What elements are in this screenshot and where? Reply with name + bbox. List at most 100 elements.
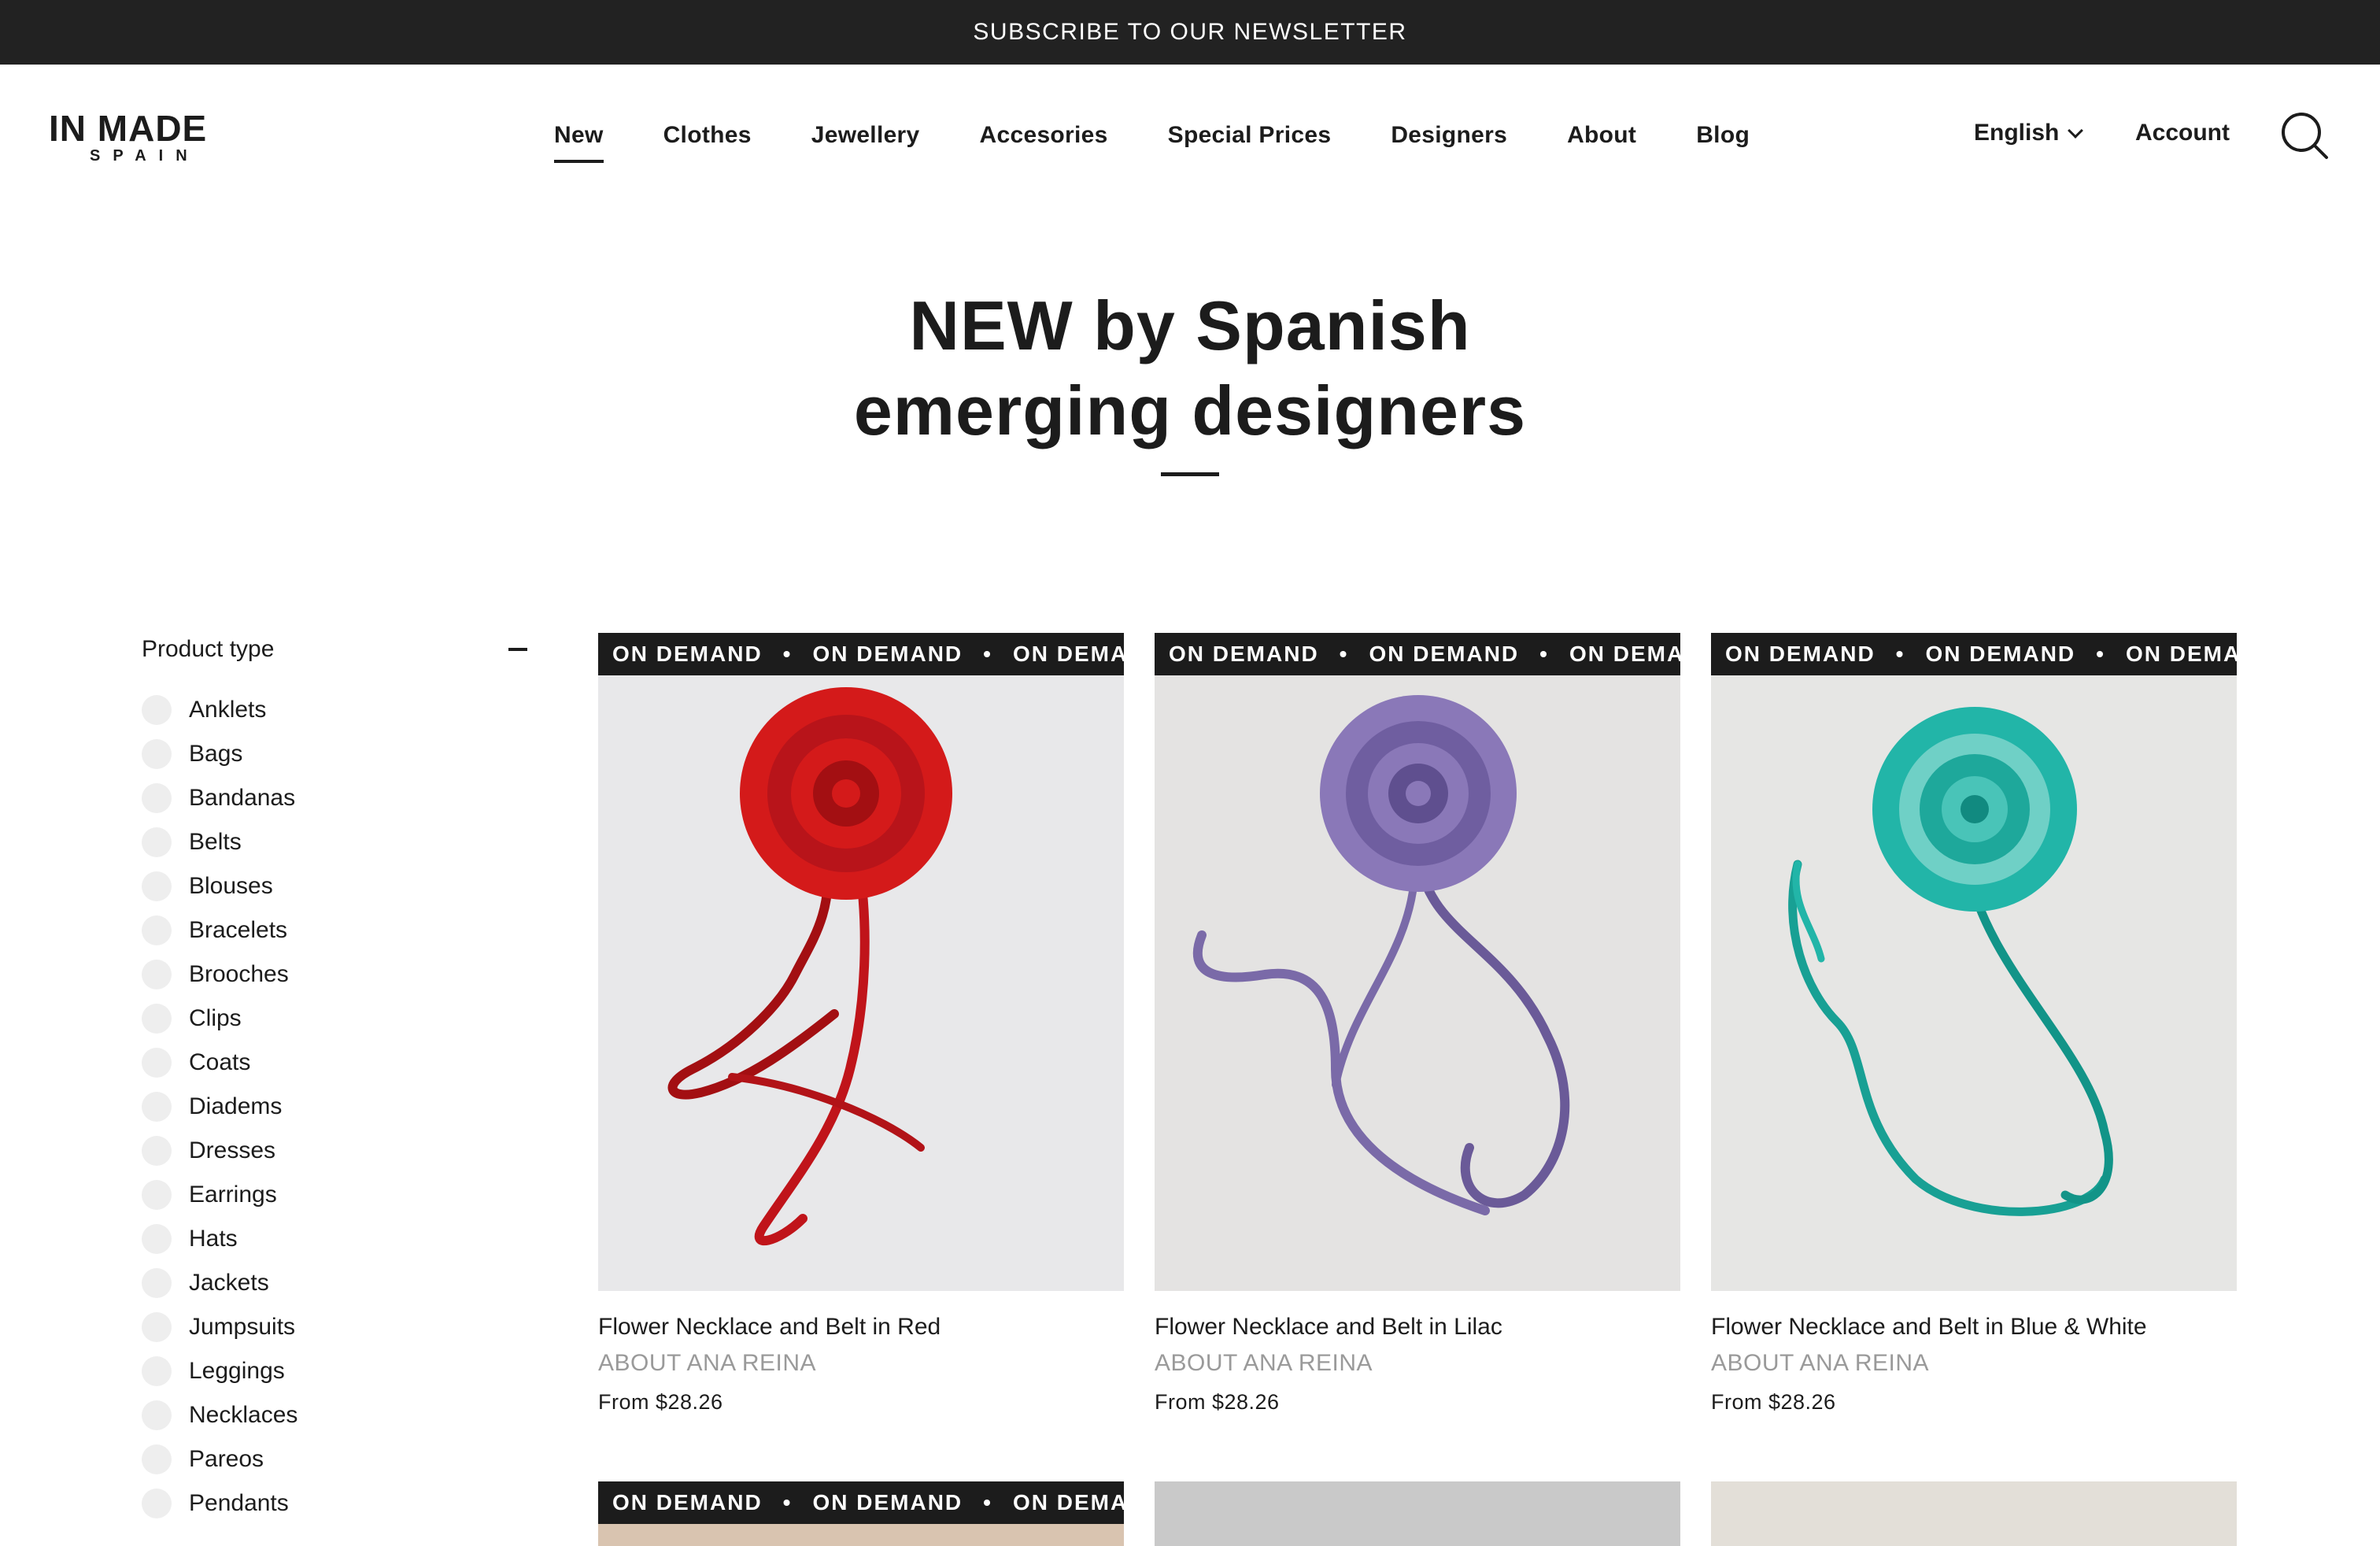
filter-option-label: Belts (189, 829, 242, 855)
filter-radio[interactable] (142, 783, 172, 813)
product-price: From $28.26 (1711, 1390, 1836, 1414)
filter-option-label: Clips (189, 1005, 242, 1031)
filter-option-jackets[interactable]: Jackets (142, 1261, 527, 1305)
on-demand-badge: ON DEMAND• ON DEMAND• ON DEMAND (598, 633, 1124, 675)
filter-option-label: Dresses (189, 1137, 276, 1163)
product-image-wrap[interactable]: ON DEMAND• ON DEMAND• ON DEMAND (1155, 633, 1680, 1291)
filter-radio[interactable] (142, 1489, 172, 1518)
language-selector[interactable]: English (1974, 120, 2084, 146)
product-image-wrap[interactable]: ON DEMAND• ON DEMAND• ON DEMAND (598, 633, 1124, 1291)
nav-item-blog[interactable]: Blog (1696, 122, 1750, 149)
filter-radio[interactable] (142, 1268, 172, 1298)
product-image (1711, 675, 2237, 1291)
filter-option-dresses[interactable]: Dresses (142, 1129, 527, 1173)
filter-sidebar: Product type Anklets Bags Bandanas Belts Blo… (142, 630, 527, 1526)
filter-radio[interactable] (142, 1444, 172, 1474)
filter-option-label: Jumpsuits (189, 1314, 296, 1340)
nav-item-special-prices[interactable]: Special Prices (1168, 122, 1332, 149)
filter-option-blouses[interactable]: Blouses (142, 864, 527, 908)
badge-text: ON DEMAND (612, 642, 763, 666)
filter-option-jumpsuits[interactable]: Jumpsuits (142, 1305, 527, 1349)
filter-option-hats[interactable]: Hats (142, 1217, 527, 1261)
filter-radio[interactable] (142, 960, 172, 989)
filter-option-earrings[interactable]: Earrings (142, 1173, 527, 1217)
filter-radio[interactable] (142, 695, 172, 725)
product-price: From $28.26 (598, 1390, 723, 1414)
page-title-line-1: NEW by Spanish (909, 287, 1471, 364)
product-image (1155, 675, 1680, 1291)
page-heading: NEW by Spanish emerging designers (0, 283, 2380, 476)
badge-text: ON DEMAND (1925, 642, 2076, 666)
logo[interactable]: IN MADE SPAIN (49, 110, 253, 165)
nav-item-jewellery[interactable]: Jewellery (811, 122, 920, 149)
badge-text: ON DEMAND (1369, 642, 1520, 666)
filter-option-bags[interactable]: Bags (142, 732, 527, 776)
filter-radio[interactable] (142, 1400, 172, 1430)
filter-radio[interactable] (142, 1312, 172, 1342)
filter-option-bracelets[interactable]: Bracelets (142, 908, 527, 952)
product-image (598, 1524, 1124, 1546)
filter-option-label: Necklaces (189, 1402, 298, 1428)
filter-option-pendants[interactable]: Pendants (142, 1481, 527, 1526)
product-card[interactable] (1155, 1481, 1680, 1546)
filter-option-leggings[interactable]: Leggings (142, 1349, 527, 1393)
filter-option-clips[interactable]: Clips (142, 997, 527, 1041)
product-name[interactable]: Flower Necklace and Belt in Blue & White (1711, 1311, 2237, 1343)
product-card[interactable]: ON DEMAND• ON DEMAND• ON DEMAND (598, 1481, 1124, 1546)
filter-radio[interactable] (142, 739, 172, 769)
product-name[interactable]: Flower Necklace and Belt in Red (598, 1311, 1124, 1343)
filter-option-necklaces[interactable]: Necklaces (142, 1393, 527, 1437)
account-link[interactable]: Account (2135, 120, 2230, 146)
product-price: From $28.26 (1155, 1390, 1280, 1414)
filter-list: Anklets Bags Bandanas Belts Blouses Bracelets… (142, 688, 527, 1526)
filter-option-bandanas[interactable]: Bandanas (142, 776, 527, 820)
filter-radio[interactable] (142, 1004, 172, 1034)
product-card[interactable] (1711, 1481, 2237, 1546)
filter-radio[interactable] (142, 1224, 172, 1254)
filter-radio[interactable] (142, 827, 172, 857)
product-grid-row-2: ON DEMAND• ON DEMAND• ON DEMAND (598, 1481, 2237, 1546)
nav-item-about[interactable]: About (1567, 122, 1636, 149)
on-demand-badge: ON DEMAND• ON DEMAND• ON DEMAND (1711, 633, 2237, 675)
product-name[interactable]: Flower Necklace and Belt in Lilac (1155, 1311, 1680, 1343)
filter-option-belts[interactable]: Belts (142, 820, 527, 864)
filter-radio[interactable] (142, 1136, 172, 1166)
product-card[interactable]: ON DEMAND• ON DEMAND• ON DEMAND Flower N… (598, 633, 1124, 1415)
nav-item-designers[interactable]: Designers (1391, 122, 1507, 149)
product-image-wrap[interactable]: ON DEMAND• ON DEMAND• ON DEMAND (1711, 633, 2237, 1291)
filter-radio[interactable] (142, 1092, 172, 1122)
filter-option-anklets[interactable]: Anklets (142, 688, 527, 732)
product-grid: ON DEMAND• ON DEMAND• ON DEMAND Flower N… (598, 633, 2237, 1415)
product-designer[interactable]: ABOUT ANA REINA (1711, 1348, 2237, 1379)
filter-option-label: Hats (189, 1226, 238, 1252)
badge-text: ON DEMAND (1725, 642, 1876, 666)
filter-radio[interactable] (142, 1180, 172, 1210)
filter-radio[interactable] (142, 1356, 172, 1386)
nav-item-new[interactable]: New (554, 122, 604, 163)
collapse-icon[interactable] (508, 648, 527, 651)
filter-option-diadems[interactable]: Diadems (142, 1085, 527, 1129)
filter-option-coats[interactable]: Coats (142, 1041, 527, 1085)
product-card[interactable]: ON DEMAND• ON DEMAND• ON DEMAND Flower N… (1155, 633, 1680, 1415)
filter-option-label: Jackets (189, 1270, 269, 1296)
product-designer[interactable]: ABOUT ANA REINA (1155, 1348, 1680, 1379)
newsletter-link[interactable]: SUBSCRIBE TO OUR NEWSLETTER (973, 19, 1406, 46)
nav-item-clothes[interactable]: Clothes (663, 122, 752, 149)
filter-option-label: Bandanas (189, 785, 296, 811)
filter-title: Product type (142, 636, 275, 662)
filter-radio[interactable] (142, 915, 172, 945)
filter-option-label: Diadems (189, 1093, 283, 1119)
nav-item-accesories[interactable]: Accesories (980, 122, 1108, 149)
product-image (1155, 1481, 1680, 1546)
filter-header[interactable]: Product type (142, 630, 527, 669)
product-card[interactable]: ON DEMAND• ON DEMAND• ON DEMAND Flower N… (1711, 633, 2237, 1415)
filter-option-pareos[interactable]: Pareos (142, 1437, 527, 1481)
search-icon[interactable] (2279, 110, 2330, 161)
language-label: English (1974, 120, 2060, 146)
filter-radio[interactable] (142, 1048, 172, 1078)
filter-radio[interactable] (142, 871, 172, 901)
badge-text: ON DEMAND (812, 1490, 963, 1515)
filter-option-brooches[interactable]: Brooches (142, 952, 527, 997)
product-designer[interactable]: ABOUT ANA REINA (598, 1348, 1124, 1379)
newsletter-bar[interactable]: SUBSCRIBE TO OUR NEWSLETTER (0, 0, 2380, 65)
